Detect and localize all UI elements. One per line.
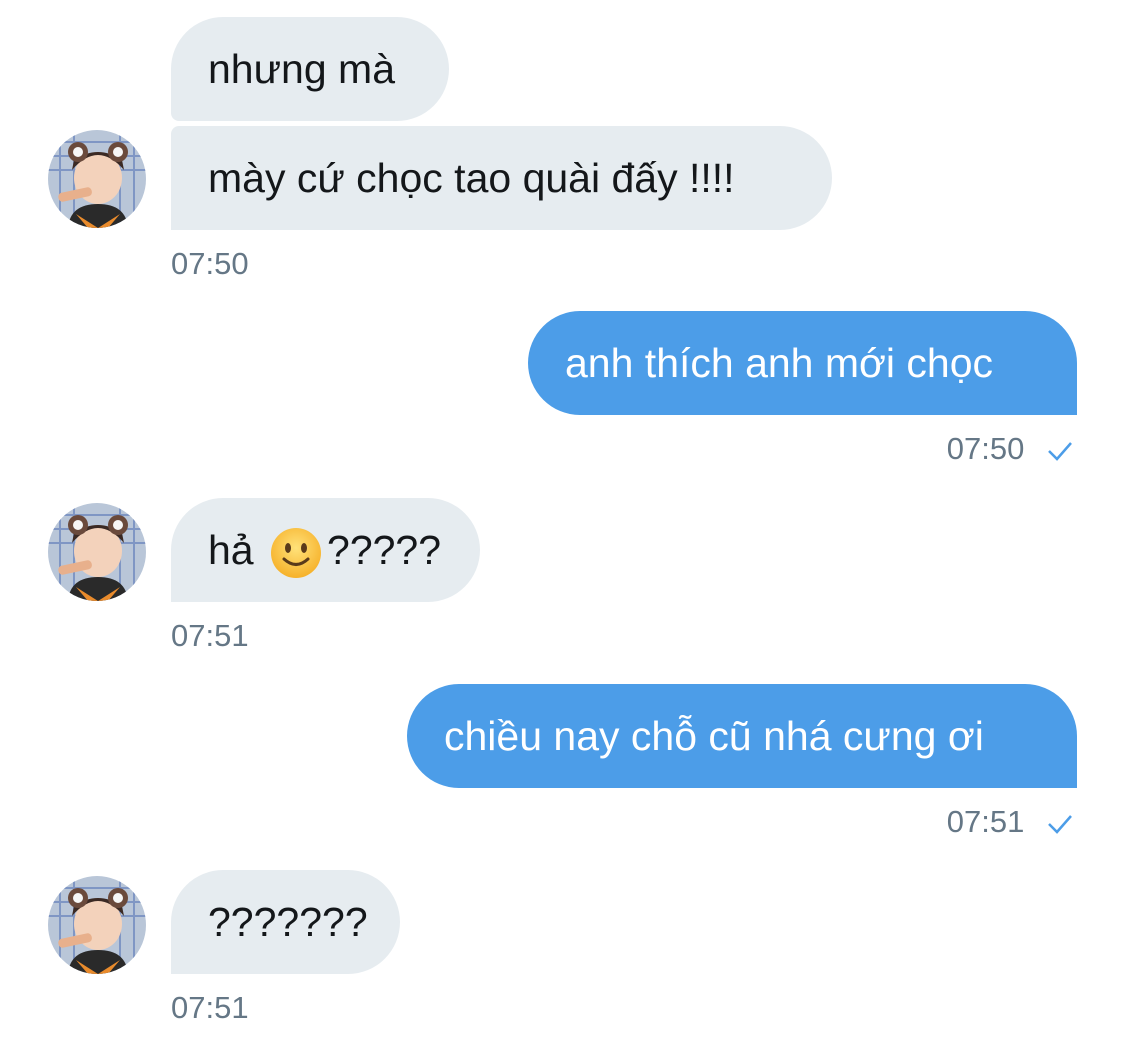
message-text: nhưng mà (208, 46, 396, 92)
avatar[interactable] (48, 130, 146, 228)
timestamp: 07:51 (946, 804, 1025, 839)
message-text: ??????? (208, 899, 368, 945)
timestamp: 07:50 (171, 246, 249, 281)
message-bubble-received[interactable]: nhưng mà (171, 17, 449, 121)
message-bubble-received[interactable]: ??????? (171, 870, 400, 974)
timestamp: 07:50 (946, 431, 1025, 466)
timestamp: 07:51 (171, 618, 249, 653)
check-icon (1048, 441, 1072, 461)
avatar[interactable] (48, 503, 146, 601)
check-icon (1048, 814, 1072, 834)
message-bubble-sent[interactable]: chiều nay chỗ cũ nhá cưng ơi (407, 684, 1077, 788)
message-bubble-sent[interactable]: anh thích anh mới chọc (528, 311, 1077, 415)
message-text: mày cứ chọc tao quài đấy !!!! (208, 155, 735, 201)
message-text: anh thích anh mới chọc (565, 340, 994, 386)
timestamp: 07:51 (171, 990, 249, 1025)
message-text: chiều nay chỗ cũ nhá cưng ơi (444, 713, 984, 759)
avatar[interactable] (48, 876, 146, 974)
message-text: ????? (327, 527, 442, 573)
message-bubble-received[interactable]: mày cứ chọc tao quài đấy !!!! (171, 126, 832, 230)
timestamp-row: 07:51 (947, 802, 1073, 842)
message-bubble-received[interactable]: hả ????? (171, 498, 480, 602)
slightly-smiling-face-icon (271, 528, 322, 579)
timestamp-row: 07:50 (947, 429, 1073, 469)
message-text: hả (208, 527, 254, 573)
